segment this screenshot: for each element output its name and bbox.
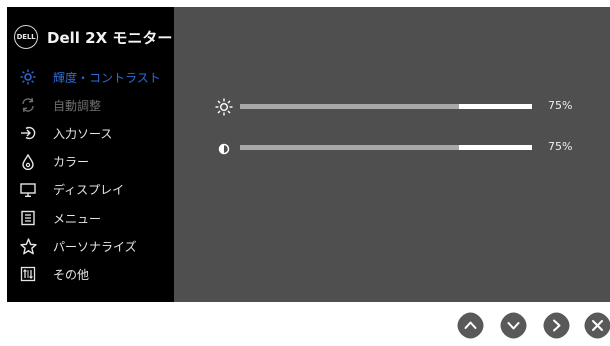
brightness-slider[interactable] bbox=[240, 104, 532, 109]
menu-label: ディスプレイ bbox=[53, 183, 125, 198]
dell-logo: DELL bbox=[14, 25, 38, 49]
menu-icon bbox=[19, 209, 37, 227]
down-button[interactable] bbox=[500, 312, 527, 339]
brightness-value: 75% bbox=[548, 99, 573, 112]
color-icon bbox=[19, 153, 37, 171]
close-button[interactable] bbox=[584, 312, 610, 339]
brightness-slider-fill bbox=[240, 104, 459, 109]
menu-label: 輝度・コントラスト bbox=[53, 70, 161, 85]
menu-item-input-source[interactable]: 入力ソース bbox=[7, 119, 174, 147]
menu-label: メニュー bbox=[53, 211, 102, 226]
menu-item-auto-adjust[interactable]: 自動調整 bbox=[7, 91, 174, 119]
menu-label: 自動調整 bbox=[53, 98, 102, 113]
osd-header: DELL Dell 2X モニター bbox=[7, 7, 174, 63]
menu-item-brightness-contrast[interactable]: 輝度・コントラスト bbox=[7, 63, 174, 91]
brightness-icon bbox=[215, 98, 233, 116]
up-button[interactable] bbox=[457, 312, 484, 339]
menu-label: カラー bbox=[53, 155, 90, 170]
brightness-row: 75% bbox=[215, 98, 585, 116]
menu-label: 入力ソース bbox=[53, 126, 113, 141]
menu-item-personalize[interactable]: パーソナライズ bbox=[7, 232, 174, 260]
osd-menu: 輝度・コントラスト 自動調整 入力ソース カラー ディスプレイ メニュー パーソ… bbox=[7, 63, 174, 289]
auto-adjust-icon bbox=[19, 96, 37, 114]
osd-sidebar: DELL Dell 2X モニター 輝度・コントラスト 自動調整 入力ソース カ… bbox=[7, 7, 174, 302]
contrast-slider-fill bbox=[240, 145, 459, 150]
menu-item-color[interactable]: カラー bbox=[7, 148, 174, 176]
input-source-icon bbox=[19, 124, 37, 142]
right-button[interactable] bbox=[543, 312, 570, 339]
others-icon bbox=[19, 265, 37, 283]
contrast-icon bbox=[215, 139, 233, 157]
menu-label: その他 bbox=[53, 267, 90, 282]
menu-item-display[interactable]: ディスプレイ bbox=[7, 176, 174, 204]
display-icon bbox=[19, 181, 37, 199]
menu-label: パーソナライズ bbox=[53, 239, 137, 254]
menu-item-menu[interactable]: メニュー bbox=[7, 204, 174, 232]
contrast-row: 75% bbox=[215, 139, 585, 157]
menu-item-others[interactable]: その他 bbox=[7, 260, 174, 288]
osd-title: Dell 2X モニター bbox=[47, 29, 173, 47]
contrast-slider[interactable] bbox=[240, 145, 532, 150]
contrast-value: 75% bbox=[548, 140, 573, 153]
brightness-icon bbox=[19, 68, 37, 86]
star-icon bbox=[19, 237, 37, 255]
